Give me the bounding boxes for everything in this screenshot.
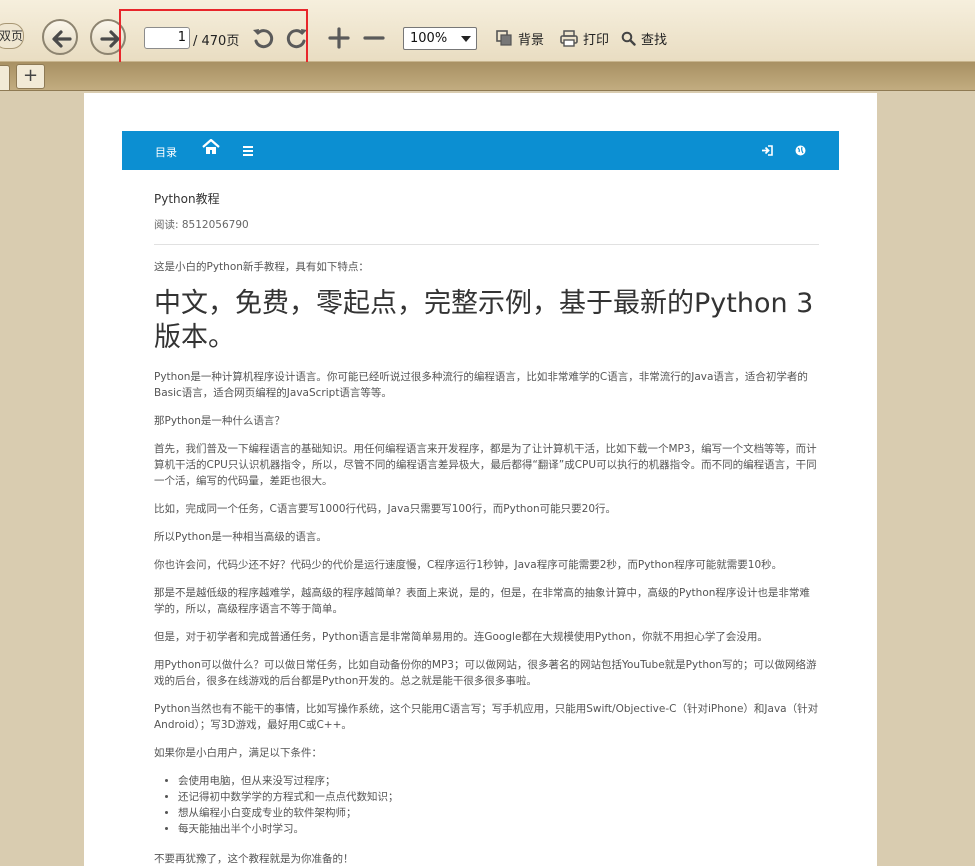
find-button[interactable]: 查找 (621, 28, 667, 48)
new-tab-button[interactable]: + (16, 64, 45, 89)
paragraph: 你也许会问，代码少还不好？代码少的代价是运行速度慢，C程序运行1秒钟，Java程… (154, 559, 783, 571)
search-icon (621, 31, 636, 46)
dual-page-button[interactable]: 双页 (0, 23, 24, 49)
list-item: 想从编程小白变成专业的软件架构师； (178, 805, 819, 821)
globe-icon[interactable] (795, 145, 806, 156)
print-button[interactable]: 打印 (560, 28, 609, 48)
article-content: Python教程 阅读: 8512056790 这是小白的Python新手教程，… (154, 190, 819, 866)
sign-in-icon[interactable] (761, 145, 773, 156)
zoom-out-button[interactable] (361, 25, 387, 51)
dual-page-button-label: 双页 (0, 29, 24, 43)
zoom-select[interactable]: 100% (403, 27, 477, 50)
article-headline: 中文，免费，零起点，完整示例，基于最新的Python 3版本。 (154, 288, 814, 353)
printer-icon (560, 29, 578, 47)
document-tab[interactable] (0, 65, 10, 91)
paragraph: Python当然也有不能干的事情，比如写操作系统，这个只能用C语言写；写手机应用… (154, 703, 819, 731)
article-intro: 这是小白的Python新手教程，具有如下特点： (154, 261, 369, 273)
paragraph: 那Python是一种什么语言？ (154, 415, 285, 427)
paragraph: 但是，对于初学者和完成普通任务，Python语言是非常简单易用的。连Google… (154, 631, 768, 643)
plus-icon (328, 27, 350, 49)
background-label: 背景 (518, 32, 545, 48)
menu-icon[interactable] (243, 146, 254, 156)
paragraph: 那是不是越低级的程序越难学，越高级的程序越简单？表面上来说，是的，但是，在非常高… (154, 587, 810, 615)
back-button[interactable] (42, 19, 78, 55)
article-title: Python教程 (154, 192, 220, 206)
list-item: 还记得初中数学学的方程式和一点点代数知识； (178, 789, 819, 805)
list-item: 每天能抽出半个小时学习。 (178, 821, 819, 837)
arrow-left-icon (52, 30, 72, 48)
document-page: 目录 Python教程 阅读: 8512056790 这是小白的Python新手… (84, 93, 877, 866)
paragraph: 比如，完成同一个任务，C语言要写1000行代码，Java只需要写100行，而Py… (154, 503, 617, 515)
background-icon (496, 29, 512, 46)
paragraph: 用Python可以做什么？可以做日常任务，比如自动备份你的MP3；可以做网站，很… (154, 659, 817, 687)
article-meta: 阅读: 8512056790 (154, 217, 819, 245)
chevron-down-icon (461, 36, 471, 42)
home-icon[interactable] (202, 139, 220, 155)
paragraph: 所以Python是一种相当高级的语言。 (154, 531, 327, 543)
tab-bar: + (0, 62, 975, 91)
toolbar: 双页 1 / 470页 100% 背景 打印 查找 (0, 0, 975, 79)
site-navbar: 目录 (122, 131, 839, 170)
background-button[interactable]: 背景 (496, 28, 544, 48)
print-label: 打印 (583, 32, 610, 48)
nav-toc-link[interactable]: 目录 (155, 144, 177, 160)
paragraph: 如果你是小白用户，满足以下条件： (154, 747, 322, 759)
zoom-value: 100% (410, 31, 448, 46)
find-label: 查找 (641, 32, 668, 48)
requirements-list: 会使用电脑，但从来没写过程序； 还记得初中数学学的方程式和一点点代数知识； 想从… (178, 773, 819, 837)
list-item: 会使用电脑，但从来没写过程序； (178, 773, 819, 789)
article-closing: 不要再犹豫了，这个教程就是为你准备的！ (154, 853, 354, 865)
paragraph: 首先，我们普及一下编程语言的基础知识。用任何编程语言来开发程序，都是为了让计算机… (154, 443, 817, 487)
paragraph: Python是一种计算机程序设计语言。你可能已经听说过很多种流行的编程语言，比如… (154, 371, 808, 399)
minus-icon (363, 36, 385, 40)
zoom-in-button[interactable] (326, 25, 352, 51)
